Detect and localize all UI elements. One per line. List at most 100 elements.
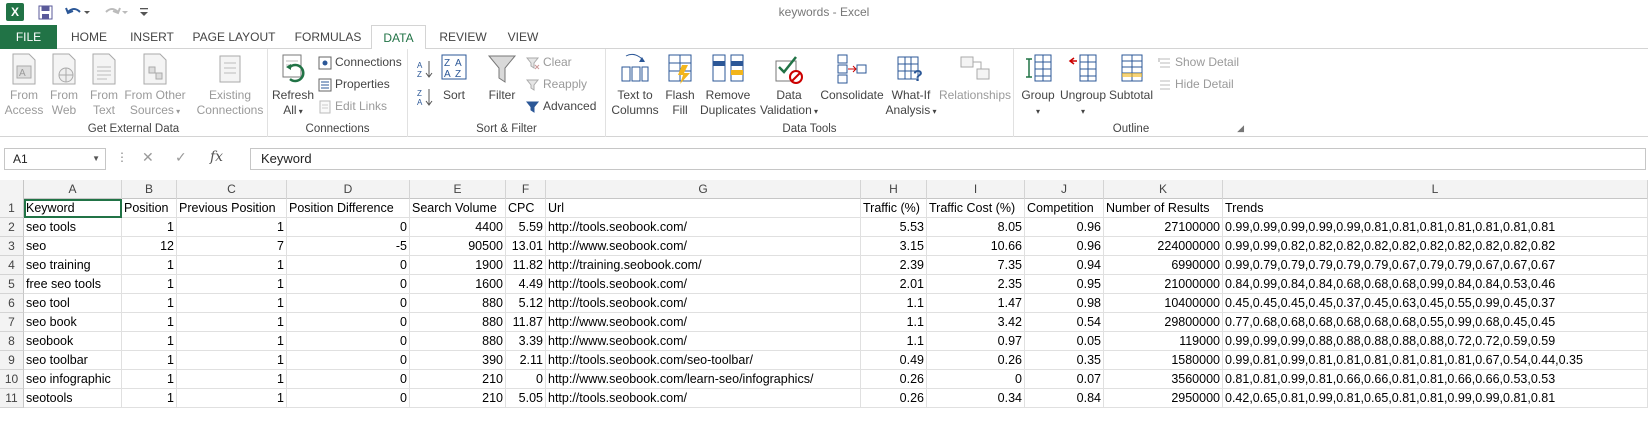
table-cell[interactable]: 21000000: [1104, 275, 1223, 294]
table-cell[interactable]: 1: [177, 313, 287, 332]
header-cell[interactable]: Previous Position: [177, 199, 287, 218]
table-cell[interactable]: 13.01: [506, 237, 546, 256]
table-cell[interactable]: 1: [177, 389, 287, 408]
table-cell[interactable]: 0.45,0.45,0.45,0.45,0.37,0.45,0.63,0.45,…: [1223, 294, 1648, 313]
table-cell[interactable]: 0.49: [861, 351, 927, 370]
table-cell[interactable]: 1: [122, 389, 177, 408]
column-header-i[interactable]: I: [927, 180, 1025, 199]
table-cell[interactable]: seo infographic: [24, 370, 122, 389]
table-cell[interactable]: 0.96: [1025, 237, 1104, 256]
text-to-columns-button[interactable]: Text to Columns: [610, 53, 660, 118]
table-cell[interactable]: 3.15: [861, 237, 927, 256]
row-header[interactable]: 2: [0, 218, 24, 237]
table-cell[interactable]: 880: [410, 332, 506, 351]
reapply-button[interactable]: Reapply: [525, 75, 587, 93]
from-web-button[interactable]: From Web: [46, 53, 82, 118]
sort-z-to-a-button[interactable]: ZA: [416, 87, 437, 107]
table-cell[interactable]: 0: [287, 313, 410, 332]
table-cell[interactable]: 1: [177, 275, 287, 294]
subtotal-button[interactable]: Subtotal: [1106, 53, 1156, 103]
tab-review[interactable]: REVIEW: [432, 25, 494, 49]
table-cell[interactable]: 5.59: [506, 218, 546, 237]
table-cell[interactable]: 11.87: [506, 313, 546, 332]
table-cell[interactable]: seo tool: [24, 294, 122, 313]
row-header[interactable]: 7: [0, 313, 24, 332]
header-cell[interactable]: Url: [546, 199, 861, 218]
select-all-corner[interactable]: [0, 180, 24, 199]
row-header[interactable]: 9: [0, 351, 24, 370]
table-cell[interactable]: 1: [177, 256, 287, 275]
header-cell[interactable]: CPC: [506, 199, 546, 218]
table-cell[interactable]: 0: [287, 256, 410, 275]
formula-input[interactable]: Keyword: [250, 148, 1646, 170]
table-cell[interactable]: 0.42,0.65,0.81,0.99,0.81,0.65,0.81,0.81,…: [1223, 389, 1648, 408]
edit-links-button[interactable]: Edit Links: [318, 97, 387, 115]
table-cell[interactable]: 0.26: [861, 370, 927, 389]
table-cell[interactable]: 27100000: [1104, 218, 1223, 237]
existing-connections-button[interactable]: Existing Connections: [194, 53, 266, 118]
table-cell[interactable]: 224000000: [1104, 237, 1223, 256]
table-cell[interactable]: 880: [410, 313, 506, 332]
row-header[interactable]: 5: [0, 275, 24, 294]
header-cell[interactable]: Position Difference: [287, 199, 410, 218]
table-cell[interactable]: 1.1: [861, 313, 927, 332]
confirm-entry-icon[interactable]: ✓: [175, 149, 187, 166]
table-cell[interactable]: seo training: [24, 256, 122, 275]
table-cell[interactable]: 1.1: [861, 294, 927, 313]
table-cell[interactable]: 4400: [410, 218, 506, 237]
table-cell[interactable]: 1: [122, 275, 177, 294]
table-cell[interactable]: 6990000: [1104, 256, 1223, 275]
table-cell[interactable]: 1: [122, 351, 177, 370]
table-cell[interactable]: 0.26: [861, 389, 927, 408]
cancel-entry-icon[interactable]: ✕: [142, 149, 154, 166]
table-cell[interactable]: 390: [410, 351, 506, 370]
table-cell[interactable]: seotools: [24, 389, 122, 408]
table-cell[interactable]: free seo tools: [24, 275, 122, 294]
remove-duplicates-button[interactable]: Remove Duplicates: [700, 53, 756, 118]
table-cell[interactable]: 1: [177, 294, 287, 313]
table-cell[interactable]: 4.49: [506, 275, 546, 294]
hide-detail-button[interactable]: Hide Detail: [1158, 75, 1234, 93]
sort-button[interactable]: ZAAZ Sort: [438, 53, 470, 103]
table-cell[interactable]: http://www.seobook.com/: [546, 237, 861, 256]
more-options-icon[interactable]: ⋮: [116, 150, 128, 164]
table-cell[interactable]: 1.1: [861, 332, 927, 351]
table-cell[interactable]: 1: [122, 294, 177, 313]
table-cell[interactable]: 1: [177, 218, 287, 237]
table-cell[interactable]: http://www.seobook.com/: [546, 313, 861, 332]
name-box-dropdown-icon[interactable]: ▼: [92, 149, 100, 169]
table-cell[interactable]: 5.12: [506, 294, 546, 313]
table-cell[interactable]: 1.47: [927, 294, 1025, 313]
tab-view[interactable]: VIEW: [500, 25, 546, 49]
table-cell[interactable]: 0.99,0.99,0.99,0.99,0.99,0.81,0.81,0.81,…: [1223, 218, 1648, 237]
column-header-f[interactable]: F: [506, 180, 546, 199]
table-cell[interactable]: 0: [287, 275, 410, 294]
table-cell[interactable]: 0: [287, 218, 410, 237]
table-cell[interactable]: 5.53: [861, 218, 927, 237]
table-cell[interactable]: 0.77,0.68,0.68,0.68,0.68,0.68,0.68,0.55,…: [1223, 313, 1648, 332]
column-header-e[interactable]: E: [410, 180, 506, 199]
header-cell[interactable]: Keyword: [24, 199, 122, 218]
table-cell[interactable]: http://tools.seobook.com/: [546, 275, 861, 294]
table-cell[interactable]: http://tools.seobook.com/: [546, 389, 861, 408]
header-cell[interactable]: Trends: [1223, 199, 1648, 218]
tab-home[interactable]: HOME: [62, 25, 116, 49]
table-cell[interactable]: 0.84: [1025, 389, 1104, 408]
table-cell[interactable]: 29800000: [1104, 313, 1223, 332]
table-cell[interactable]: -5: [287, 237, 410, 256]
header-cell[interactable]: Traffic Cost (%): [927, 199, 1025, 218]
group-button[interactable]: Group ▾: [1018, 53, 1058, 119]
table-cell[interactable]: 1: [177, 351, 287, 370]
header-cell[interactable]: Number of Results: [1104, 199, 1223, 218]
column-header-g[interactable]: G: [546, 180, 861, 199]
table-cell[interactable]: 1: [122, 332, 177, 351]
table-cell[interactable]: 7: [177, 237, 287, 256]
table-cell[interactable]: 90500: [410, 237, 506, 256]
header-cell[interactable]: Traffic (%): [861, 199, 927, 218]
row-header[interactable]: 3: [0, 237, 24, 256]
table-cell[interactable]: 0.35: [1025, 351, 1104, 370]
table-cell[interactable]: seo toolbar: [24, 351, 122, 370]
table-cell[interactable]: 0.99,0.99,0.99,0.88,0.88,0.88,0.88,0.88,…: [1223, 332, 1648, 351]
tab-insert[interactable]: INSERT: [124, 25, 180, 49]
column-header-k[interactable]: K: [1104, 180, 1223, 199]
